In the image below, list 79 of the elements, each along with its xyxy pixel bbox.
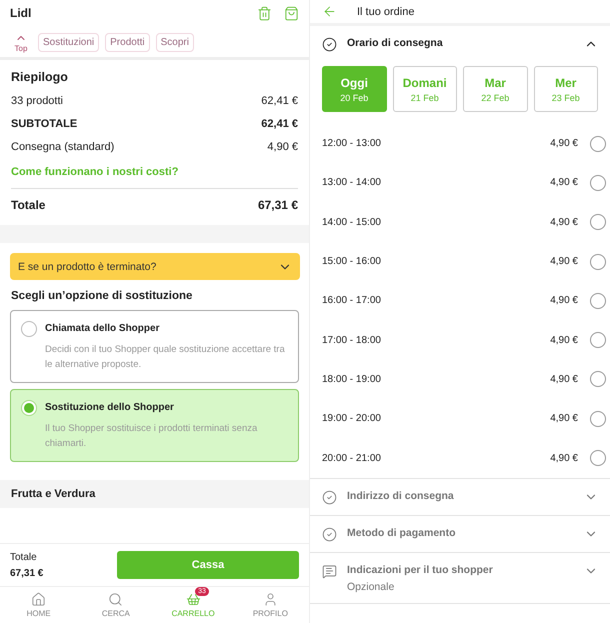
summary-value: 62,41 €: [261, 94, 298, 106]
slot-price: 4,90 €: [550, 177, 578, 188]
radio-button[interactable]: [590, 332, 606, 348]
slot-time: 19:00 - 20:00: [322, 413, 382, 424]
top-button[interactable]: Top: [10, 32, 32, 53]
day-tab[interactable]: Oggi 20 Feb: [322, 66, 386, 112]
section-title[interactable]: Indirizzo di consegna: [347, 490, 574, 502]
trash-icon[interactable]: [257, 6, 272, 20]
check-circle-icon: [322, 37, 337, 52]
summary-label: 33 prodotti: [11, 94, 63, 106]
slot-price: 4,90 €: [550, 216, 578, 228]
substitution-option[interactable]: Sostituzione dello Shopper Il tuo Shopper sostituisce i prodotti terminati senza chiamarti.: [10, 389, 299, 462]
radio-button[interactable]: [590, 292, 606, 309]
summary-value: 62,41 €: [261, 118, 298, 130]
substitution-heading: Scegli un’opzione di sostituzione: [10, 289, 194, 304]
radio-button[interactable]: [21, 321, 37, 337]
slot-price: 4,90 €: [550, 413, 578, 424]
slot-time: 13:00 - 14:00: [322, 177, 382, 188]
slot-time: 17:00 - 18:00: [322, 334, 382, 346]
slot-price: 4,90 €: [550, 256, 578, 268]
bag-icon[interactable]: [284, 6, 299, 20]
slot-time: 20:00 - 21:00: [322, 452, 382, 464]
slot-price: 4,90 €: [550, 295, 578, 306]
section-title[interactable]: Indicazioni per il tuo shopper: [347, 564, 574, 576]
section-chip[interactable]: Sostituzioni: [38, 33, 100, 52]
option-title: Sostituzione dello Shopper: [45, 402, 175, 413]
message-icon: [322, 564, 337, 579]
section-title[interactable]: Orario di consegna: [347, 37, 574, 49]
category-header: Frutta e Verdura: [0, 480, 309, 508]
radio-button[interactable]: [590, 136, 606, 152]
radio-button[interactable]: [590, 410, 606, 427]
day-tab[interactable]: Mer 23 Feb: [534, 66, 598, 112]
nav-tab[interactable]: CERCA: [77, 587, 154, 623]
radio-button[interactable]: [590, 450, 606, 466]
basket-icon: [186, 592, 201, 607]
day-tab[interactable]: Domani 21 Feb: [392, 66, 457, 112]
checkout-button[interactable]: Cassa: [117, 551, 299, 579]
footer-total-value: 67,31 €: [10, 568, 44, 578]
footer-total-label: Totale: [10, 552, 38, 562]
radio-button[interactable]: [21, 400, 37, 416]
user-icon: [262, 592, 278, 607]
radio-button[interactable]: [590, 371, 606, 388]
substitution-option[interactable]: Chiamata dello Shopper Decidi con il tuo Shopper quale sostituzione accettare tra le alternative proposte.: [10, 310, 299, 383]
store-name: Lidl: [10, 6, 32, 20]
summary-title: Riepilogo: [11, 70, 69, 84]
slot-price: 4,90 €: [550, 452, 578, 464]
section-chip[interactable]: Scopri: [156, 33, 194, 52]
day-tab[interactable]: Mar 22 Feb: [463, 66, 528, 112]
section-title[interactable]: Metodo di pagamento: [347, 526, 574, 539]
total-value: 67,31 €: [258, 198, 298, 212]
slot-price: 4,90 €: [550, 138, 578, 150]
out-of-stock-dropdown[interactable]: E se un prodotto è terminato?: [10, 253, 300, 280]
option-description: Il tuo Shopper sostituisce i prodotti terminati senza chiamarti.: [45, 422, 258, 451]
radio-button[interactable]: [590, 214, 606, 230]
check-circle-icon: [322, 490, 337, 505]
summary-label: SUBTOTALE: [11, 118, 78, 130]
slot-time: 18:00 - 19:00: [322, 374, 382, 385]
section-chip[interactable]: Prodotti: [105, 33, 150, 52]
summary-label: Consegna (standard): [11, 140, 114, 152]
summary-value: 4,90 €: [267, 140, 298, 152]
radio-button[interactable]: [590, 174, 606, 191]
page-title: Il tuo ordine: [357, 6, 414, 18]
home-icon: [31, 592, 46, 607]
slot-time: 14:00 - 15:00: [322, 216, 382, 228]
slot-time: 16:00 - 17:00: [322, 295, 382, 306]
total-label: Totale: [11, 198, 46, 212]
search-icon: [108, 592, 124, 607]
slot-price: 4,90 €: [550, 374, 578, 385]
option-title: Chiamata dello Shopper: [45, 323, 160, 334]
nav-tab[interactable]: PROFILO: [232, 587, 309, 623]
slot-time: 15:00 - 16:00: [322, 256, 382, 268]
nav-tab[interactable]: HOME: [0, 587, 78, 623]
slot-price: 4,90 €: [550, 334, 578, 346]
section-subtitle: Opzionale: [347, 580, 396, 593]
radio-button[interactable]: [590, 254, 606, 270]
option-description: Decidi con il tuo Shopper quale sostituzione accettare tra le alternative proposte.: [45, 343, 286, 372]
costs-link[interactable]: Come funzionano i nostri costi?: [11, 166, 298, 178]
check-circle-icon: [322, 526, 337, 542]
slot-time: 12:00 - 13:00: [322, 138, 382, 150]
